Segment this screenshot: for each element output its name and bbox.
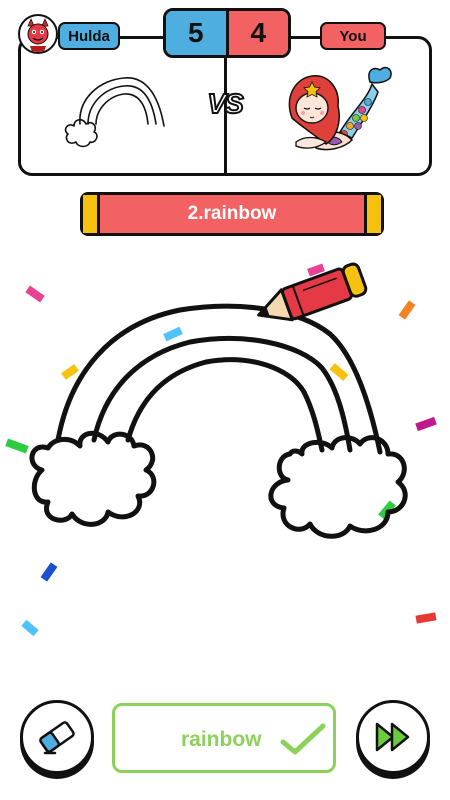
scoreboard: 5 4 — [163, 8, 291, 58]
rainbow-drawing — [29, 303, 408, 539]
word-title: 2.rainbow — [187, 203, 277, 224]
word-banner: 2.rainbow — [80, 192, 384, 236]
player-name-tag: You — [320, 22, 386, 50]
opponent-drawing — [64, 77, 165, 148]
skip-button[interactable] — [356, 700, 430, 774]
versus-label: VS — [206, 87, 244, 120]
opponent-score: 5 — [166, 11, 229, 55]
opponent-avatar — [18, 14, 58, 54]
player-score: 4 — [228, 11, 288, 55]
answer-box[interactable]: rainbow — [112, 703, 336, 773]
opponent-name-tag: Hulda — [58, 22, 120, 50]
fast-forward-icon — [375, 722, 410, 752]
drawing-canvas[interactable] — [0, 244, 450, 684]
checkmark-icon — [280, 723, 326, 755]
mermaid-drawing — [288, 66, 392, 151]
confetti — [5, 263, 437, 637]
answer-text: rainbow — [181, 728, 262, 751]
eraser-icon — [39, 721, 75, 755]
eraser-button[interactable] — [20, 700, 94, 774]
devil-avatar-icon — [27, 17, 49, 52]
